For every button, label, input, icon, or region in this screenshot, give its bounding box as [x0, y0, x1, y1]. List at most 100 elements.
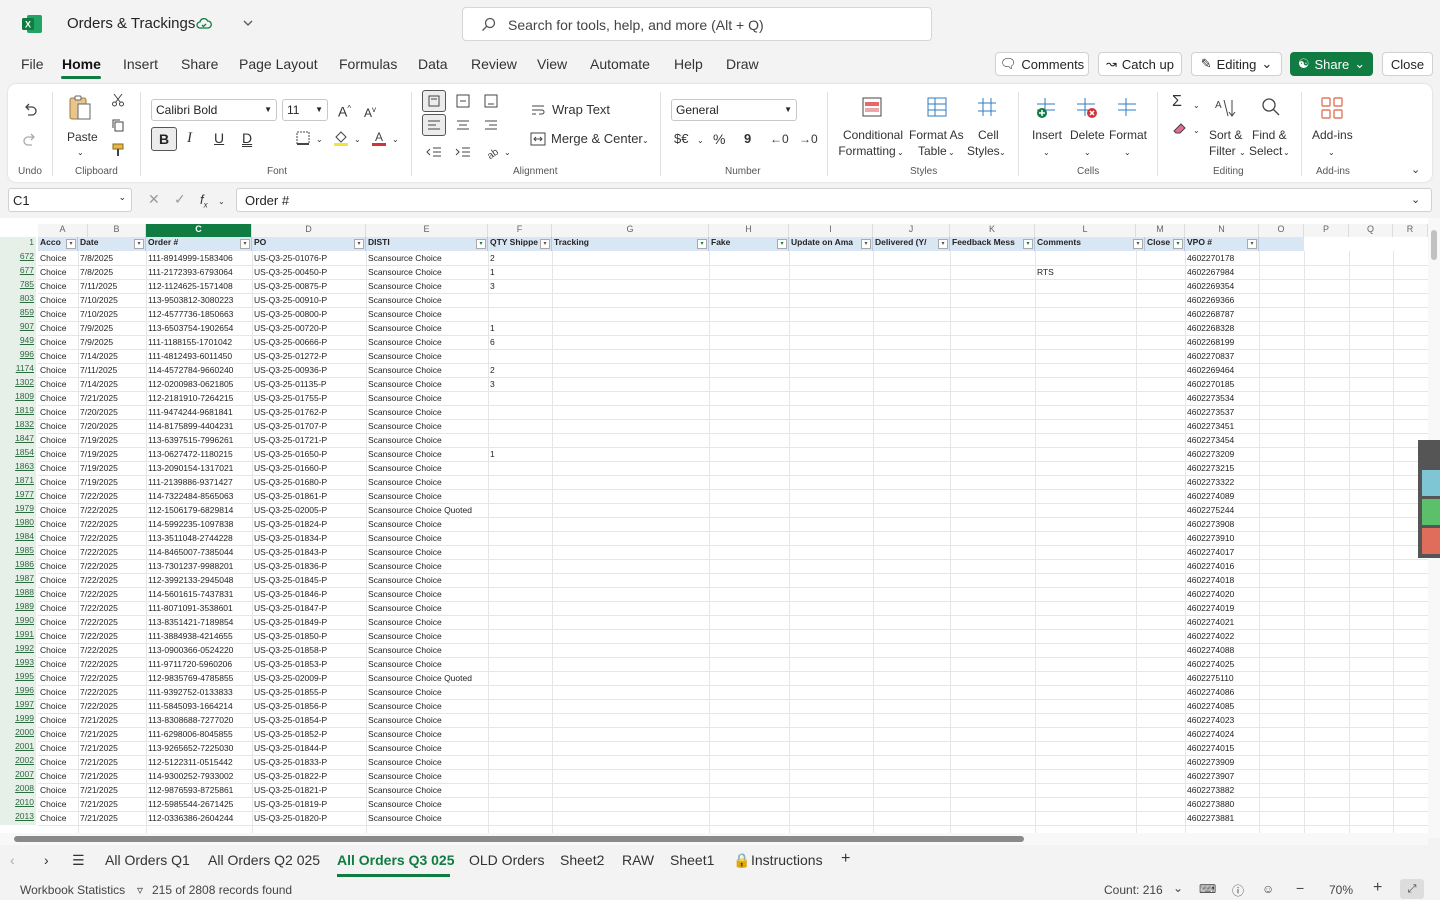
table-cell[interactable]: 112-1124625-1571408 — [146, 279, 252, 293]
table-cell[interactable]: 113-9503812-3080223 — [146, 293, 252, 307]
row-header[interactable]: 1987 — [0, 573, 36, 587]
table-cell[interactable]: 4602274086 — [1185, 685, 1259, 699]
table-cell[interactable]: US-Q3-25-02009-P — [252, 671, 366, 685]
sheet-tab-instructions[interactable]: Instructions — [751, 852, 823, 868]
column-header-i[interactable]: I — [789, 224, 873, 237]
insert-cells-button[interactable]: Insert — [1032, 127, 1062, 143]
table-cell[interactable] — [488, 601, 552, 615]
table-cell[interactable]: Choice — [38, 419, 78, 433]
table-cell[interactable]: Choice — [38, 629, 78, 643]
table-cell[interactable]: Choice — [38, 517, 78, 531]
table-cell[interactable]: US-Q3-25-01822-P — [252, 769, 366, 783]
table-cell[interactable]: Scansource Choice — [366, 447, 488, 461]
table-cell[interactable] — [488, 517, 552, 531]
table-cell[interactable]: US-Q3-25-01834-P — [252, 531, 366, 545]
table-cell[interactable]: 4602274019 — [1185, 601, 1259, 615]
table-cell[interactable]: 4602274020 — [1185, 587, 1259, 601]
table-cell[interactable]: 7/19/2025 — [78, 433, 146, 447]
menu-automate[interactable]: Automate — [590, 56, 650, 72]
filter-dropdown-icon[interactable]: ▾ — [66, 239, 76, 249]
table-cell[interactable]: 4602270178 — [1185, 251, 1259, 265]
table-cell[interactable]: Scansource Choice — [366, 531, 488, 545]
table-cell[interactable]: Scansource Choice — [366, 251, 488, 265]
table-cell[interactable]: Scansource Choice — [366, 713, 488, 727]
row-header[interactable]: 1992 — [0, 643, 36, 657]
table-cell[interactable]: 7/14/2025 — [78, 377, 146, 391]
table-cell[interactable] — [488, 349, 552, 363]
table-cell[interactable]: US-Q3-25-01660-P — [252, 461, 366, 475]
menu-help[interactable]: Help — [674, 56, 703, 72]
scroll-tabs-left-icon[interactable]: ‹ — [10, 852, 15, 868]
table-cell[interactable] — [488, 671, 552, 685]
table-cell[interactable] — [488, 769, 552, 783]
chevron-down-icon[interactable]: ⌄ — [1173, 881, 1183, 895]
table-cell[interactable]: US-Q3-25-01846-P — [252, 587, 366, 601]
number-format-select[interactable]: General ▼ — [671, 99, 797, 121]
table-cell[interactable]: 112-5122311-0515442 — [146, 755, 252, 769]
table-cell[interactable]: 114-4572784-9660240 — [146, 363, 252, 377]
font-name-select[interactable]: Calibri Bold ▼ — [151, 99, 277, 121]
sheet-tab-raw[interactable]: RAW — [622, 852, 654, 868]
table-cell[interactable]: 7/21/2025 — [78, 727, 146, 741]
row-header[interactable]: 785 — [0, 279, 36, 293]
table-cell[interactable]: US-Q3-25-01819-P — [252, 797, 366, 811]
table-cell[interactable] — [1035, 657, 1135, 671]
zoom-level[interactable]: 70% — [1329, 883, 1353, 897]
conditional-formatting-icon[interactable] — [861, 96, 883, 118]
scroll-tabs-right-icon[interactable]: › — [44, 852, 49, 868]
underline-button[interactable]: U — [214, 130, 224, 146]
table-cell[interactable]: Choice — [38, 531, 78, 545]
table-cell[interactable]: 7/21/2025 — [78, 783, 146, 797]
redo-icon[interactable] — [22, 131, 38, 147]
table-cell[interactable]: 4602270185 — [1185, 377, 1259, 391]
merge-center-icon[interactable] — [530, 131, 546, 147]
table-cell[interactable] — [1035, 293, 1135, 307]
table-cell[interactable]: 7/19/2025 — [78, 447, 146, 461]
table-cell[interactable]: Scansource Choice — [366, 475, 488, 489]
table-cell[interactable] — [488, 713, 552, 727]
table-cell[interactable]: 1 — [488, 265, 552, 279]
align-right-icon[interactable] — [482, 116, 500, 134]
chevron-down-icon[interactable]: ⌄ — [218, 194, 225, 210]
table-cell[interactable]: 112-9876593-8725861 — [146, 783, 252, 797]
table-cell[interactable] — [488, 685, 552, 699]
table-cell[interactable]: US-Q3-25-01836-P — [252, 559, 366, 573]
table-cell[interactable]: 113-8308688-7277020 — [146, 713, 252, 727]
table-cell[interactable]: 4602273537 — [1185, 405, 1259, 419]
table-cell[interactable]: 4602268787 — [1185, 307, 1259, 321]
align-top-button[interactable] — [422, 90, 446, 112]
table-cell[interactable]: Choice — [38, 811, 78, 825]
table-cell[interactable] — [488, 489, 552, 503]
table-cell[interactable]: US-Q3-25-01135-P — [252, 377, 366, 391]
row-header[interactable]: 1984 — [0, 531, 36, 545]
table-cell[interactable] — [1035, 783, 1135, 797]
delete-cells-icon[interactable] — [1075, 96, 1099, 120]
table-cell[interactable]: 4602274017 — [1185, 545, 1259, 559]
table-cell[interactable] — [1035, 811, 1135, 825]
filter-dropdown-icon[interactable]: ▾ — [938, 239, 948, 249]
table-cell[interactable]: 114-8175899-4404231 — [146, 419, 252, 433]
table-cell[interactable]: 111-2172393-6793064 — [146, 265, 252, 279]
table-cell[interactable]: US-Q3-25-00910-P — [252, 293, 366, 307]
table-cell[interactable]: 4602268199 — [1185, 335, 1259, 349]
table-cell[interactable] — [1035, 321, 1135, 335]
table-cell[interactable]: 4602269366 — [1185, 293, 1259, 307]
filter-dropdown-icon[interactable]: ▾ — [240, 239, 250, 249]
table-cell[interactable] — [488, 657, 552, 671]
chevron-down-icon[interactable]: ⌄ — [504, 145, 511, 161]
table-cell[interactable]: 113-8351421-7189854 — [146, 615, 252, 629]
cell-styles-icon[interactable] — [976, 96, 998, 118]
column-header-n[interactable]: N — [1185, 224, 1259, 237]
table-cell[interactable]: 111-3884938-4214655 — [146, 629, 252, 643]
chevron-down-icon[interactable]: ⌄ — [897, 145, 904, 161]
table-cell[interactable]: 7/21/2025 — [78, 797, 146, 811]
row-header[interactable]: 1979 — [0, 503, 36, 517]
table-cell[interactable] — [1035, 587, 1135, 601]
table-cell[interactable]: Scansource Choice — [366, 335, 488, 349]
table-cell[interactable] — [1035, 447, 1135, 461]
table-cell[interactable]: 111-6298006-8045855 — [146, 727, 252, 741]
table-cell[interactable]: 112-4577736-1850663 — [146, 307, 252, 321]
table-cell[interactable] — [488, 629, 552, 643]
column-header-l[interactable]: L — [1035, 224, 1136, 237]
wrap-text-button[interactable]: Wrap Text — [552, 102, 610, 118]
